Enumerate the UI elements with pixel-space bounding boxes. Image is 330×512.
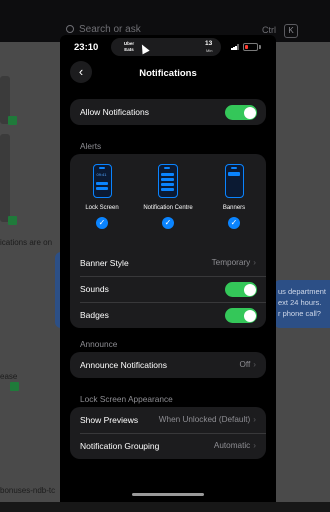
show-previews-value-text: When Unlocked (Default) bbox=[158, 415, 251, 424]
desktop-card bbox=[0, 134, 10, 222]
lock-screen-appearance-header: Lock Screen Appearance bbox=[80, 394, 173, 404]
island-eta-number: 13 bbox=[205, 40, 213, 47]
battery-icon bbox=[243, 43, 258, 51]
badges-row[interactable]: Badges bbox=[70, 302, 266, 328]
chevron-right-icon: › bbox=[253, 258, 256, 267]
home-indicator bbox=[132, 493, 204, 496]
alert-option-label: Notification Centre bbox=[143, 205, 193, 211]
banner-style-value-text: Temporary bbox=[211, 258, 251, 267]
chat-bubble-line: ext 24 hours. bbox=[278, 298, 322, 307]
status-time: 23:10 bbox=[74, 42, 99, 53]
announce-notifications-label: Announce Notifications bbox=[80, 360, 167, 370]
status-bar: 23:10 Uber Eats 13 Min bbox=[60, 35, 276, 59]
toggle-knob bbox=[243, 309, 256, 322]
checkmark-icon: ✓ bbox=[162, 217, 174, 229]
lock-screen-appearance-group: Show Previews When Unlocked (Default) › N… bbox=[70, 407, 266, 459]
phone-screen: 23:10 Uber Eats 13 Min ‹ Notifications A… bbox=[60, 35, 276, 502]
alert-option-notification-centre[interactable]: Notification Centre ✓ bbox=[136, 164, 200, 229]
chevron-right-icon: › bbox=[253, 441, 256, 450]
toggle-knob bbox=[243, 283, 256, 296]
page-title: Notifications bbox=[139, 68, 197, 79]
desktop-text: ease bbox=[0, 372, 18, 381]
sounds-toggle[interactable] bbox=[225, 282, 257, 297]
chat-bubble-line: us department bbox=[278, 287, 326, 296]
search-icon bbox=[66, 25, 74, 33]
alerts-group: 09:41 Lock Screen ✓ Notification Centre … bbox=[70, 154, 266, 328]
lock-screen-clock: 09:41 bbox=[96, 172, 107, 177]
alerts-header: Alerts bbox=[80, 141, 102, 151]
banners-icon bbox=[224, 164, 244, 198]
announce-group: Announce Notifications Off › bbox=[70, 352, 266, 378]
announce-notifications-value: Off › bbox=[239, 360, 256, 369]
announce-header: Announce bbox=[80, 339, 118, 349]
desktop-text: ications are on bbox=[0, 238, 53, 247]
desktop-checkbox[interactable] bbox=[8, 216, 17, 225]
show-previews-value: When Unlocked (Default) › bbox=[159, 415, 256, 424]
alert-option-banners[interactable]: Banners ✓ bbox=[202, 164, 266, 229]
chevron-right-icon: › bbox=[253, 415, 256, 424]
show-previews-label: Show Previews bbox=[80, 415, 139, 425]
alert-option-lock-screen[interactable]: 09:41 Lock Screen ✓ bbox=[70, 164, 134, 229]
badges-toggle[interactable] bbox=[225, 308, 257, 323]
desktop-search-placeholder: Search or ask bbox=[79, 24, 141, 35]
chat-bubble: us department ext 24 hours. r phone call… bbox=[274, 280, 330, 328]
toggle-knob bbox=[243, 106, 256, 119]
chat-bubble-line: r phone call? bbox=[278, 309, 321, 318]
banner-style-row[interactable]: Banner Style Temporary › bbox=[70, 250, 266, 276]
dynamic-island[interactable]: Uber Eats 13 Min bbox=[111, 38, 221, 56]
island-app-name: Uber Eats bbox=[123, 41, 135, 52]
alert-option-label: Banners bbox=[222, 205, 246, 211]
shortcut-ctrl-label: Ctrl bbox=[262, 25, 276, 35]
desktop-bottom-bar bbox=[0, 502, 330, 512]
desktop-checkbox[interactable] bbox=[8, 116, 17, 125]
show-previews-row[interactable]: Show Previews When Unlocked (Default) › bbox=[70, 407, 266, 433]
notification-grouping-label: Notification Grouping bbox=[80, 441, 160, 451]
banner-style-label: Banner Style bbox=[80, 258, 129, 268]
checkmark-icon: ✓ bbox=[228, 217, 240, 229]
allow-notifications-label: Allow Notifications bbox=[80, 107, 149, 117]
alert-style-picker: 09:41 Lock Screen ✓ Notification Centre … bbox=[70, 154, 266, 250]
announce-notifications-value-text: Off bbox=[239, 360, 251, 369]
desktop-checkbox[interactable] bbox=[10, 382, 19, 391]
lock-screen-icon: 09:41 bbox=[92, 164, 112, 198]
desktop-text: bonuses-ndb-tc bbox=[0, 486, 56, 495]
alert-option-label: Lock Screen bbox=[85, 205, 119, 211]
announce-notifications-row[interactable]: Announce Notifications Off › bbox=[70, 352, 266, 378]
chevron-right-icon: › bbox=[253, 360, 256, 369]
nav-bar: ‹ Notifications bbox=[60, 61, 276, 87]
signal-icon bbox=[231, 44, 239, 50]
allow-notifications-group: Allow Notifications bbox=[70, 99, 266, 125]
island-eta-unit: Min bbox=[206, 48, 213, 53]
battery-cap bbox=[259, 45, 261, 49]
notification-grouping-value-text: Automatic bbox=[213, 441, 251, 450]
shortcut-k-label: K bbox=[284, 24, 298, 38]
checkmark-icon: ✓ bbox=[96, 217, 108, 229]
notification-centre-icon bbox=[158, 164, 178, 198]
allow-notifications-toggle[interactable] bbox=[225, 105, 257, 120]
allow-notifications-row[interactable]: Allow Notifications bbox=[70, 99, 266, 125]
badges-label: Badges bbox=[80, 310, 109, 320]
sounds-label: Sounds bbox=[80, 284, 109, 294]
sounds-row[interactable]: Sounds bbox=[70, 276, 266, 302]
notification-grouping-value: Automatic › bbox=[214, 441, 256, 450]
notification-grouping-row[interactable]: Notification Grouping Automatic › bbox=[70, 433, 266, 459]
banner-style-value: Temporary › bbox=[212, 258, 256, 267]
